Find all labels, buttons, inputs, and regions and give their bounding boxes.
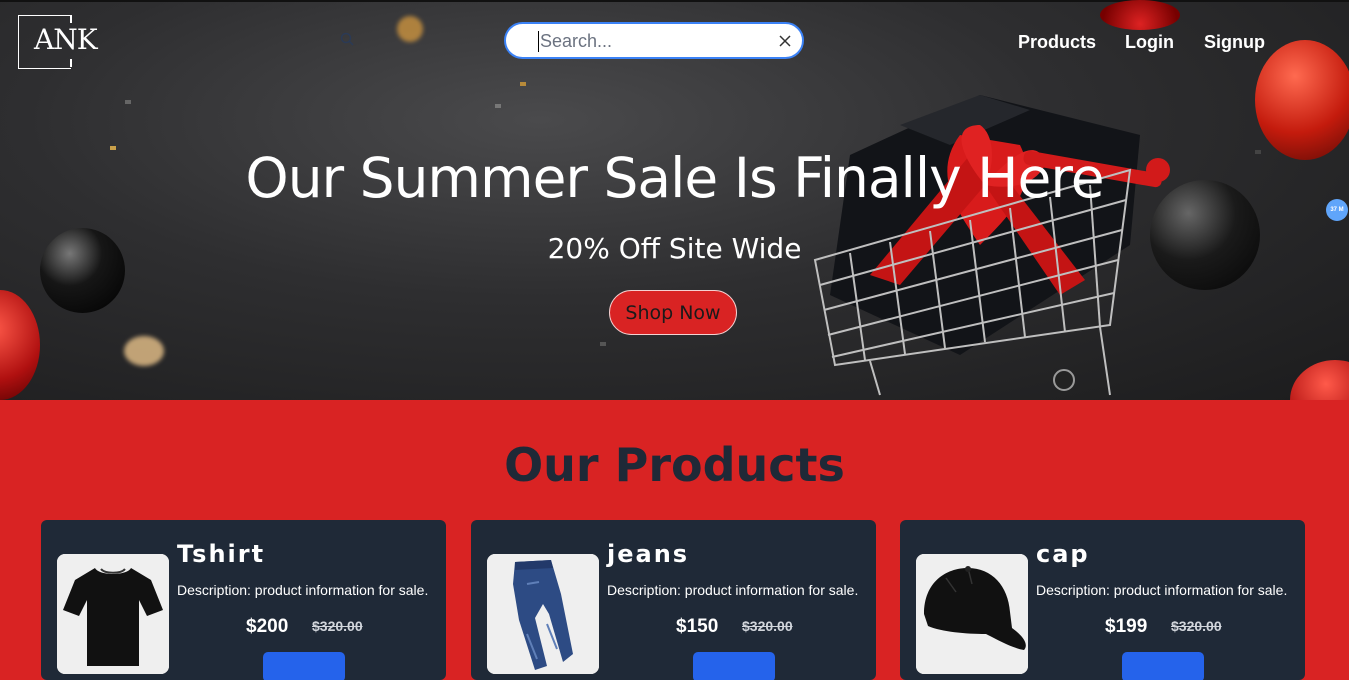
product-card[interactable]: jeans Description: product information f… [471,520,876,680]
nav-products-link[interactable]: Products [1018,32,1096,53]
red-balloon-decoration [1100,0,1180,30]
brand-logo[interactable]: ANK [18,15,98,69]
product-image[interactable] [916,554,1028,674]
product-card[interactable]: cap Description: product information for… [900,520,1305,680]
bokeh-light [397,16,423,42]
confetti [495,104,501,108]
logo-frame [70,59,72,67]
floating-badge[interactable]: 37 M [1326,199,1348,221]
red-balloon-decoration [1255,40,1349,160]
search-input[interactable] [538,29,768,53]
product-card[interactable]: Tshirt Description: product information … [41,520,446,680]
red-balloon-decoration [1290,360,1349,400]
logo-frame [70,15,72,23]
text-cursor [538,31,539,52]
product-description: Description: product information for sal… [1036,582,1288,598]
products-section-title: Our Products [504,438,845,492]
nav-login-link[interactable]: Login [1125,32,1174,53]
cap-icon [916,554,1028,674]
buy-button[interactable] [693,652,775,680]
search-bar[interactable] [504,22,804,59]
product-price: $199 [1105,616,1148,637]
product-description: Description: product information for sal… [607,582,859,598]
hero-subtitle: 20% Off Site Wide [547,232,802,265]
product-old-price: $320.00 [312,618,363,634]
product-price: $150 [676,616,719,637]
search-icon [340,32,354,46]
confetti [520,82,526,86]
hero-title: Our Summer Sale Is Finally Here [245,146,1104,210]
product-description: Description: product information for sal… [177,582,429,598]
logo-text: ANK [34,23,98,56]
nav-signup-link[interactable]: Signup [1204,32,1265,53]
tshirt-icon [57,554,169,674]
hero-banner: ANK Products Login Signup Our Summer Sal… [0,0,1349,400]
shop-now-button[interactable]: Shop Now [609,290,737,335]
confetti [125,100,131,104]
close-icon[interactable] [776,32,794,50]
product-old-price: $320.00 [1171,618,1222,634]
product-old-price: $320.00 [742,618,793,634]
red-balloon-decoration [0,290,40,400]
product-name: cap [1036,540,1090,568]
jeans-icon [487,554,599,674]
product-image[interactable] [487,554,599,674]
product-price: $200 [246,616,289,637]
buy-button[interactable] [1122,652,1204,680]
product-name: jeans [607,540,690,568]
bokeh-light [124,336,164,366]
product-image[interactable] [57,554,169,674]
confetti [600,342,606,346]
buy-button[interactable] [263,652,345,680]
product-name: Tshirt [177,540,266,568]
